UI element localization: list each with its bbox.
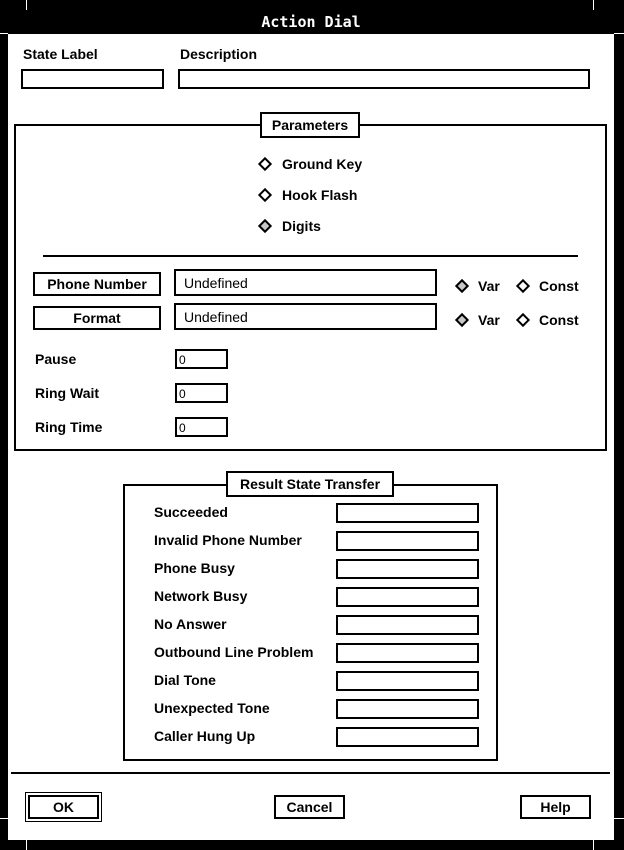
description-input[interactable] bbox=[180, 71, 588, 87]
result-state-input[interactable] bbox=[338, 561, 477, 577]
pause-input[interactable] bbox=[177, 352, 226, 368]
radio-diamond-icon bbox=[515, 278, 531, 294]
result-state-input[interactable] bbox=[338, 505, 477, 521]
result-state-input[interactable] bbox=[338, 701, 477, 717]
radio-label: Ground Key bbox=[282, 156, 363, 172]
pause-label: Pause bbox=[35, 351, 77, 367]
result-state-input[interactable] bbox=[338, 617, 477, 633]
radio-diamond-icon bbox=[515, 312, 531, 328]
state-label-label: State Label bbox=[23, 46, 98, 62]
radio-label: Hook Flash bbox=[282, 187, 358, 203]
phone-number-input[interactable] bbox=[176, 271, 435, 294]
result-label: Succeeded bbox=[154, 504, 228, 520]
parameters-divider bbox=[43, 255, 578, 257]
frame-resize-mark[interactable] bbox=[614, 818, 624, 819]
result-label: Unexpected Tone bbox=[154, 700, 270, 716]
phone-number-var-radio[interactable]: Var bbox=[454, 278, 500, 294]
format-var-radio[interactable]: Var bbox=[454, 312, 500, 328]
ring-wait-field[interactable] bbox=[175, 383, 228, 403]
result-label: Network Busy bbox=[154, 588, 248, 604]
result-label: Caller Hung Up bbox=[154, 728, 256, 744]
description-label: Description bbox=[180, 46, 258, 62]
parameters-group-title: Parameters bbox=[260, 112, 360, 138]
result-state-field[interactable] bbox=[336, 643, 479, 663]
format-button[interactable]: Format bbox=[33, 306, 161, 330]
radio-label: Digits bbox=[282, 218, 321, 234]
pause-field[interactable] bbox=[175, 349, 228, 369]
radio-label: Var bbox=[478, 278, 500, 294]
mode-radio-digits[interactable]: Digits bbox=[257, 218, 321, 234]
phone-number-button[interactable]: Phone Number bbox=[33, 272, 161, 296]
radio-label: Const bbox=[539, 312, 579, 328]
window-title[interactable]: Action Dial bbox=[8, 10, 614, 34]
result-state-input[interactable] bbox=[338, 645, 477, 661]
state-label-input[interactable] bbox=[23, 71, 162, 87]
radio-label: Var bbox=[478, 312, 500, 328]
frame-resize-mark[interactable] bbox=[593, 840, 594, 850]
cancel-button[interactable]: Cancel bbox=[274, 795, 345, 819]
format-field[interactable] bbox=[174, 303, 437, 330]
phone-number-field[interactable] bbox=[174, 269, 437, 296]
radio-diamond-icon bbox=[454, 278, 470, 294]
state-label-field[interactable] bbox=[21, 69, 164, 89]
radio-diamond-icon bbox=[257, 187, 273, 203]
help-button[interactable]: Help bbox=[520, 795, 591, 819]
radio-diamond-icon bbox=[257, 218, 273, 234]
frame-resize-mark[interactable] bbox=[26, 0, 27, 10]
result-state-field[interactable] bbox=[336, 699, 479, 719]
result-state-input[interactable] bbox=[338, 533, 477, 549]
radio-label: Const bbox=[539, 278, 579, 294]
result-state-input[interactable] bbox=[338, 729, 477, 745]
result-state-field[interactable] bbox=[336, 587, 479, 607]
result-state-field[interactable] bbox=[336, 503, 479, 523]
result-label: Dial Tone bbox=[154, 672, 216, 688]
phone-number-const-radio[interactable]: Const bbox=[515, 278, 579, 294]
description-field[interactable] bbox=[178, 69, 590, 89]
frame-resize-mark[interactable] bbox=[26, 840, 27, 850]
result-label: Invalid Phone Number bbox=[154, 532, 302, 548]
result-label: Phone Busy bbox=[154, 560, 235, 576]
frame-resize-mark[interactable] bbox=[0, 818, 8, 819]
frame-resize-mark[interactable] bbox=[593, 0, 594, 10]
frame-resize-mark[interactable] bbox=[0, 33, 8, 34]
result-state-input[interactable] bbox=[338, 673, 477, 689]
result-state-transfer-title: Result State Transfer bbox=[226, 471, 394, 497]
result-state-field[interactable] bbox=[336, 559, 479, 579]
mode-radio-hook-flash[interactable]: Hook Flash bbox=[257, 187, 358, 203]
result-label: Outbound Line Problem bbox=[154, 644, 314, 660]
ring-time-label: Ring Time bbox=[35, 419, 103, 435]
ring-wait-input[interactable] bbox=[177, 386, 226, 402]
radio-diamond-icon bbox=[257, 156, 273, 172]
result-state-field[interactable] bbox=[336, 531, 479, 551]
result-state-input[interactable] bbox=[338, 589, 477, 605]
result-state-field[interactable] bbox=[336, 615, 479, 635]
format-const-radio[interactable]: Const bbox=[515, 312, 579, 328]
ring-wait-label: Ring Wait bbox=[35, 385, 100, 401]
format-input[interactable] bbox=[176, 305, 435, 328]
result-label: No Answer bbox=[154, 616, 227, 632]
ring-time-field[interactable] bbox=[175, 417, 228, 437]
ring-time-input[interactable] bbox=[177, 420, 226, 436]
mode-radio-ground-key[interactable]: Ground Key bbox=[257, 156, 363, 172]
ok-button[interactable]: OK bbox=[25, 792, 102, 822]
footer-divider bbox=[11, 772, 610, 774]
action-dial-dialog: Action Dial State Label Description Para… bbox=[8, 10, 614, 840]
radio-diamond-icon bbox=[454, 312, 470, 328]
frame-resize-mark[interactable] bbox=[614, 33, 624, 34]
result-state-field[interactable] bbox=[336, 727, 479, 747]
result-state-field[interactable] bbox=[336, 671, 479, 691]
